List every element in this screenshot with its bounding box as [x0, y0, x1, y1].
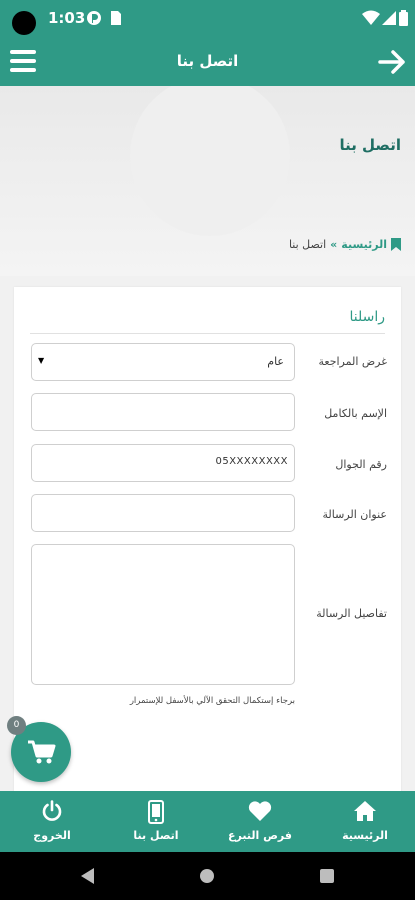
page-title: اتصل بنا: [339, 136, 401, 154]
breadcrumb-separator: »: [330, 238, 338, 251]
form-divider: [30, 333, 385, 334]
fullname-input[interactable]: [31, 393, 295, 431]
dropdown-arrow-icon: ▼: [38, 356, 45, 365]
nav-donation-opportunities[interactable]: فرص التبرع: [210, 791, 310, 852]
battery-icon: [399, 10, 408, 30]
wifi-icon: [362, 10, 380, 30]
purpose-select[interactable]: عام ▼: [31, 343, 295, 381]
mobile-input[interactable]: 05XXXXXXXX: [31, 444, 295, 482]
bottom-nav: الرئيسية فرص التبرع اتصل بنا الخروج: [0, 791, 415, 852]
arrow-right-icon: [378, 50, 405, 74]
purpose-selected-value: عام: [267, 355, 284, 368]
status-bar: 1:03: [0, 0, 415, 38]
status-time: 1:03: [48, 9, 86, 27]
mobile-label: رقم الجوال: [335, 458, 387, 471]
banner-decoration: [130, 86, 290, 236]
heart-icon: [248, 800, 272, 826]
signal-icon: [382, 10, 396, 30]
system-recents-icon[interactable]: [320, 869, 334, 883]
power-icon: [41, 800, 63, 826]
home-icon: [353, 800, 377, 826]
subject-input[interactable]: [31, 494, 295, 532]
app-bar: اتصل بنا: [0, 38, 415, 86]
nav-donation-label: فرص التبرع: [228, 829, 292, 842]
breadcrumb-current: اتصل بنا: [288, 238, 327, 251]
system-home-icon[interactable]: [199, 868, 215, 884]
system-back-icon[interactable]: [80, 867, 96, 885]
captcha-note: برجاء إستكمال التحقق الآلي بالأسفل للإست…: [129, 696, 295, 706]
form-heading: راسلنا: [349, 309, 385, 325]
breadcrumb: الرئيسية » اتصل بنا: [289, 238, 401, 251]
camera-cutout: [12, 11, 36, 35]
nav-logout-label: الخروج: [33, 829, 71, 842]
nav-home-label: الرئيسية: [342, 829, 388, 842]
details-label: تفاصيل الرسالة: [316, 607, 387, 620]
bookmark-icon: [391, 238, 401, 251]
fullname-label: الإسم بالكامل: [324, 407, 387, 420]
nav-home[interactable]: الرئيسية: [315, 791, 415, 852]
nav-logout[interactable]: الخروج: [2, 791, 102, 852]
nav-contact[interactable]: اتصل بنا: [106, 791, 206, 852]
cart-count-badge: 0: [7, 716, 26, 735]
mobile-icon: [148, 800, 164, 828]
system-nav-bar: [0, 852, 415, 900]
subject-label: عنوان الرسالة: [322, 508, 388, 521]
breadcrumb-home-link[interactable]: الرئيسية: [341, 238, 387, 251]
purpose-label: غرض المراجعة: [318, 355, 387, 368]
sim-card-icon: [110, 10, 122, 30]
app-title: اتصل بنا: [176, 52, 239, 70]
nav-contact-label: اتصل بنا: [133, 829, 179, 842]
contact-form-card: راسلنا غرض المراجعة عام ▼ الإسم بالكامل …: [14, 287, 401, 797]
mobile-placeholder: 05XXXXXXXX: [215, 456, 288, 467]
data-saver-icon: [86, 10, 102, 30]
back-arrow-button[interactable]: [377, 48, 407, 76]
details-textarea[interactable]: [31, 544, 295, 685]
